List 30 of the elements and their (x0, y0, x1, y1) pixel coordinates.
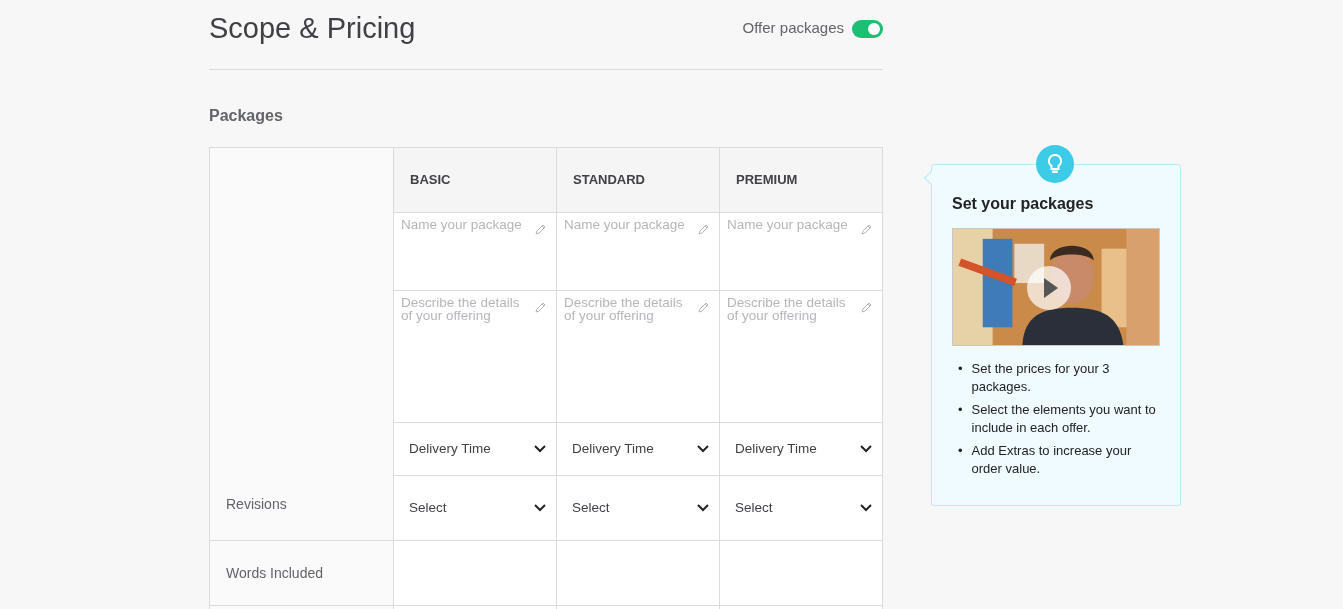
pencil-icon (534, 223, 547, 236)
tip-bullet: Select the elements you want to include in each offer. (971, 401, 1157, 438)
chevron-down-icon (860, 445, 872, 453)
row-label: Words Included (226, 564, 323, 581)
section-title: Packages (209, 106, 284, 126)
page-title: Scope & Pricing (209, 11, 416, 46)
chevron-down-icon (697, 445, 709, 453)
pencil-icon (697, 301, 710, 314)
chevron-down-icon (534, 504, 546, 512)
offer-packages-toggle[interactable] (852, 19, 883, 38)
package-header: PREMIUM (736, 172, 798, 188)
tip-bullet: Add Extras to increase your order value. (971, 442, 1133, 479)
bullet-marker: • (958, 401, 963, 420)
pencil-icon (534, 301, 547, 314)
bullet-marker: • (958, 360, 963, 379)
package-header: STANDARD (573, 172, 645, 188)
row-label: Revisions (226, 496, 287, 512)
chevron-down-icon (697, 504, 709, 512)
pencil-icon (860, 301, 873, 314)
lightbulb-icon (1036, 145, 1074, 183)
bullet-marker: • (958, 442, 963, 461)
chevron-down-icon (534, 445, 546, 453)
pencil-icon (860, 223, 873, 236)
chevron-down-icon (860, 504, 872, 512)
play-icon[interactable] (1027, 266, 1071, 311)
package-header: BASIC (410, 172, 451, 188)
toggle-label: Offer packages (742, 18, 844, 39)
tip-title: Set your packages (952, 194, 1095, 214)
pencil-icon (697, 223, 710, 236)
tip-bullet: Set the prices for your 3 packages. (971, 360, 1111, 397)
